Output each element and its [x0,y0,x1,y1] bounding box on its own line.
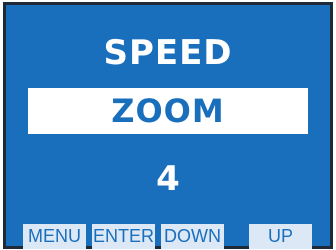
device-screen: SPEED ZOOM 4 MENU ENTER DOWN UP [3,2,333,249]
enter-button[interactable]: ENTER [92,224,155,249]
menu-title: SPEED [103,33,233,73]
menu-button[interactable]: MENU [23,224,86,249]
option-value: 4 [156,159,180,199]
softkey-bar: MENU ENTER DOWN UP [6,224,330,249]
up-button[interactable]: UP [249,224,312,249]
down-button[interactable]: DOWN [161,224,224,249]
selected-option[interactable]: ZOOM [28,88,308,134]
